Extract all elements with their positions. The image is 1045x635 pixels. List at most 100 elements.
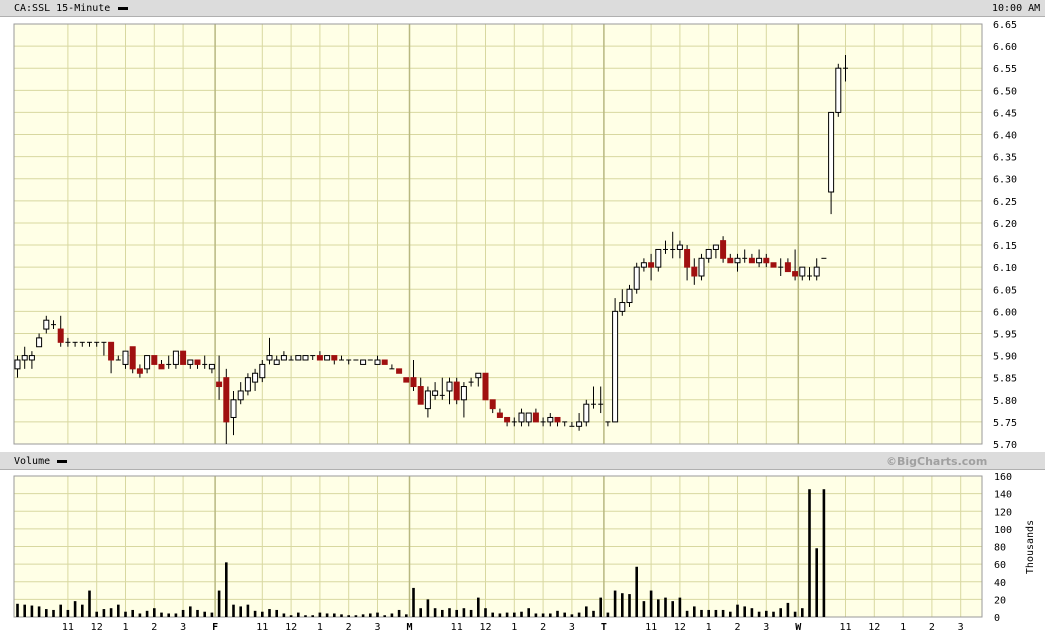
price-tick-label: 6.40 — [993, 131, 1017, 142]
volume-tick-label: 80 — [994, 543, 1006, 554]
volume-bar — [52, 609, 55, 617]
candle-body — [619, 302, 626, 312]
volume-bar — [563, 612, 566, 617]
candle-body — [381, 359, 388, 365]
volume-bar — [412, 587, 415, 617]
volume-bar — [95, 611, 98, 617]
volume-bar — [239, 606, 242, 617]
volume-bar — [729, 611, 732, 617]
price-tick-label: 6.35 — [993, 153, 1017, 164]
candle-body — [720, 240, 727, 259]
candle-body — [151, 355, 158, 365]
volume-bar — [189, 606, 192, 617]
x-tick-label: 1 — [317, 622, 323, 633]
candle-body — [21, 355, 28, 361]
volume-bar — [325, 613, 329, 617]
candle-body — [43, 319, 50, 330]
volume-bar — [347, 615, 350, 617]
x-tick-label: 12 — [91, 622, 103, 633]
volume-tick-label: 160 — [994, 472, 1012, 483]
candle-body — [640, 262, 647, 268]
volume-bar — [30, 605, 34, 617]
volume-bar — [484, 608, 487, 617]
candle-body — [144, 355, 151, 370]
x-tick-label: 2 — [151, 622, 157, 633]
candle-body — [453, 381, 460, 401]
candle-body — [136, 368, 143, 374]
volume-bar — [217, 590, 221, 617]
candle-body — [770, 262, 777, 268]
candle-body — [633, 266, 640, 290]
candle-body — [57, 328, 64, 343]
candle-body — [14, 359, 21, 370]
volume-bar — [282, 613, 286, 617]
volume-bar — [369, 613, 372, 617]
candle-body — [172, 350, 179, 365]
volume-bar — [124, 611, 127, 617]
candle-body — [28, 355, 35, 361]
volume-bar — [693, 606, 696, 617]
price-tick-label: 6.45 — [993, 108, 1017, 119]
volume-tick-label: 40 — [994, 578, 1006, 589]
candle-body — [482, 372, 489, 401]
volume-bar — [801, 608, 804, 617]
volume-bar — [613, 590, 617, 617]
candle-body — [424, 390, 431, 410]
x-tick-label: 11 — [62, 622, 74, 633]
volume-bar — [405, 614, 408, 617]
candle-body — [108, 341, 115, 361]
volume-bar — [743, 606, 746, 617]
candlestick — [583, 399, 590, 427]
candlestick — [403, 377, 410, 383]
volume-bar — [513, 612, 516, 617]
candlestick — [698, 253, 705, 281]
volume-bar — [592, 610, 595, 617]
volume-bar — [304, 615, 307, 617]
candle-body — [396, 368, 403, 374]
volume-bar — [397, 609, 401, 617]
volume-bar — [649, 590, 653, 617]
volume-bar — [541, 613, 545, 617]
price-tick-label: 6.10 — [993, 263, 1017, 274]
candlestick — [180, 350, 187, 365]
volume-bar — [383, 615, 386, 617]
x-tick-label: 3 — [763, 622, 769, 633]
candle-body — [813, 266, 820, 277]
candle-body — [784, 262, 791, 273]
volume-bar — [275, 609, 278, 617]
candle-body — [237, 390, 244, 401]
volume-bar — [117, 604, 120, 617]
volume-bar — [167, 613, 170, 617]
volume-tick-label: 140 — [994, 490, 1012, 501]
candlestick — [482, 372, 489, 401]
volume-bar — [491, 612, 494, 617]
candlestick — [151, 355, 158, 365]
volume-bar — [181, 609, 185, 617]
volume-bar — [297, 612, 300, 617]
candle-body — [324, 355, 331, 361]
volume-bar — [268, 609, 271, 617]
volume-bar — [498, 613, 502, 617]
volume-bar — [671, 601, 674, 617]
x-tick-label: 12 — [285, 622, 297, 633]
candle-body — [187, 359, 194, 365]
volume-bar — [505, 612, 509, 617]
candle-body — [331, 355, 338, 361]
price-tick-label: 5.80 — [993, 396, 1017, 407]
candlestick — [381, 359, 388, 365]
candle-body — [129, 346, 136, 370]
x-tick-label: 2 — [346, 622, 352, 633]
volume-bar — [81, 604, 84, 617]
volume-tick-label: 20 — [994, 595, 1006, 606]
candle-body — [518, 412, 525, 423]
volume-bar — [390, 613, 394, 617]
candle-body — [122, 350, 129, 365]
volume-bar — [707, 609, 710, 617]
x-tick-label: 12 — [674, 622, 686, 633]
volume-bar — [433, 608, 437, 617]
volume-bar — [289, 615, 293, 617]
volume-tick-label: 60 — [994, 560, 1006, 571]
candle-body — [583, 403, 590, 423]
volume-bar — [376, 612, 379, 617]
x-tick-label: 11 — [451, 622, 463, 633]
